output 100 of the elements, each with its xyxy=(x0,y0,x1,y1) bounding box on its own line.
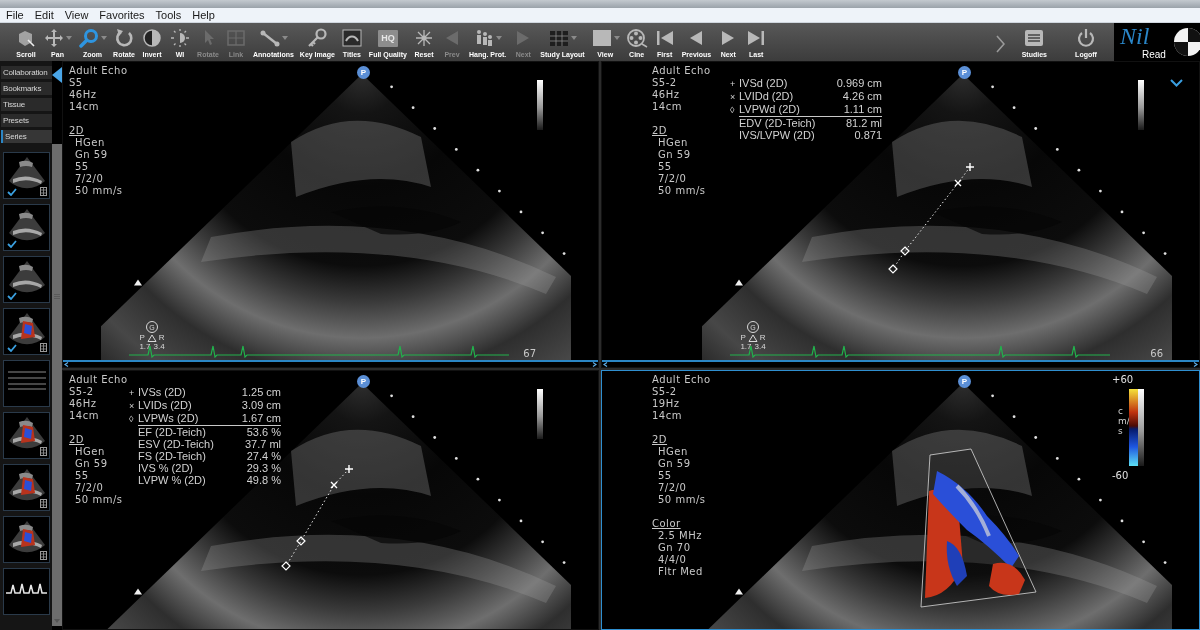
info-text: 55 xyxy=(657,470,673,482)
info-text: Gn 59 xyxy=(74,149,109,161)
series-thumbnail[interactable] xyxy=(3,308,50,355)
caret-down-icon[interactable] xyxy=(281,36,288,40)
thumbnail-image xyxy=(8,260,46,293)
info-text: 14cm xyxy=(652,410,683,422)
measurement-label: LVIDd (2D) xyxy=(739,90,794,102)
collapse-arrow-icon[interactable] xyxy=(52,67,62,83)
series-thumbnail[interactable] xyxy=(3,256,50,303)
info-text: 7/2/0 xyxy=(657,482,688,494)
image-viewport[interactable]: Adult Echo S5-2 19Hz 14cm 2D HGen Gn 59 55 7/2/0 50 mm/s Color 2.5 MHz Gn 70 4/4/0 Fltr Med P +60 cm/s -60 xyxy=(601,370,1200,630)
image-frame-icon[interactable] xyxy=(340,28,363,48)
section-heading: Color xyxy=(652,518,682,530)
info-text: S5-2 xyxy=(69,386,95,398)
chevron-down-icon[interactable] xyxy=(1170,79,1183,87)
scale-max-label: +60 xyxy=(1112,375,1134,385)
measurement-label: LVPW % (2D) xyxy=(138,474,206,486)
caret-down-icon[interactable] xyxy=(571,36,577,40)
viewport-scrollbar[interactable] xyxy=(602,360,1199,367)
info-text: Adult Echo xyxy=(652,374,711,386)
measure-line-icon[interactable] xyxy=(258,28,281,48)
orientation-label: R xyxy=(158,333,165,342)
info-text: S5-2 xyxy=(652,77,678,89)
info-text: Gn 70 xyxy=(657,542,692,554)
orientation-value: 3.4 xyxy=(153,342,165,351)
info-text: Gn 59 xyxy=(74,458,109,470)
orientation-label: P xyxy=(740,333,746,342)
series-thumbnail[interactable] xyxy=(3,568,50,615)
menu-item[interactable]: View xyxy=(64,9,89,21)
info-text: 14cm xyxy=(69,410,100,422)
menu-item[interactable]: Favorites xyxy=(99,9,145,21)
measurement-value: 3.09 cm xyxy=(241,399,281,411)
orientation-label: R xyxy=(759,333,766,342)
measurement-value: 27.4 % xyxy=(246,450,281,462)
probe-badge: P xyxy=(958,375,971,388)
info-text: 7/2/0 xyxy=(74,173,105,185)
info-text: 50 mm/s xyxy=(74,185,124,197)
orientation-label: P xyxy=(139,333,145,342)
info-text: HGen xyxy=(657,137,689,149)
info-text: HGen xyxy=(74,446,106,458)
chevron-right-icon[interactable] xyxy=(994,35,1005,53)
measurement-label: EF (2D-Teich) xyxy=(138,426,206,438)
info-text: 46Hz xyxy=(69,398,98,410)
key-icon[interactable] xyxy=(306,28,329,48)
thumbnail-image xyxy=(8,520,46,553)
list-window-icon[interactable] xyxy=(1023,28,1046,48)
series-thumbnail[interactable] xyxy=(3,412,50,459)
scale-min-label: -60 xyxy=(1112,471,1129,481)
measurement-label: LVPWs (2D) xyxy=(138,412,199,424)
info-text: 14cm xyxy=(652,101,683,113)
half-sun-icon[interactable] xyxy=(169,28,191,48)
magnifier-icon[interactable] xyxy=(78,28,100,48)
series-thumbnail[interactable] xyxy=(3,516,50,563)
half-circle-icon[interactable] xyxy=(141,28,163,48)
sidebar-tab[interactable]: Tissue xyxy=(1,98,52,111)
measurement-label: IVSs (2D) xyxy=(138,386,186,398)
chevron-right-icon[interactable] xyxy=(1193,362,1198,367)
series-thumbnail[interactable] xyxy=(3,464,50,511)
section-heading: 2D xyxy=(69,125,86,137)
caret-down-icon[interactable] xyxy=(613,36,620,40)
orientation-value: 1.7 xyxy=(139,342,151,351)
sidebar-tab[interactable]: Collaboration xyxy=(1,66,52,79)
sidebar-tab[interactable]: Presets xyxy=(1,114,52,127)
measurement-label: FS (2D-Teich) xyxy=(138,450,206,462)
caret-down-icon[interactable] xyxy=(66,36,72,40)
move-arrows-icon[interactable] xyxy=(43,28,65,48)
info-text: HGen xyxy=(74,137,106,149)
chevron-left-icon[interactable] xyxy=(603,362,608,367)
menu-item[interactable]: File xyxy=(6,9,24,21)
caret-down-icon[interactable] xyxy=(496,36,503,40)
menu-item[interactable]: Tools xyxy=(155,9,182,21)
power-icon[interactable] xyxy=(1075,28,1097,48)
logo-text: Read xyxy=(1142,50,1166,60)
marker-symbol: × xyxy=(129,400,136,412)
caret-down-icon[interactable] xyxy=(101,36,107,40)
viewport-scrollbar[interactable] xyxy=(63,360,598,367)
menu-item[interactable]: Edit xyxy=(34,9,54,21)
info-text: S5 xyxy=(69,77,84,89)
info-text: 50 mm/s xyxy=(657,494,707,506)
film-reel-icon[interactable] xyxy=(625,28,648,48)
section-heading: 2D xyxy=(69,434,86,446)
info-text: Adult Echo xyxy=(69,374,128,386)
chevron-left-icon[interactable] xyxy=(64,362,69,367)
layout-grid-icon[interactable] xyxy=(548,28,570,48)
grayscale-bar xyxy=(537,389,543,439)
square-icon[interactable] xyxy=(590,28,613,48)
series-thumbnail[interactable] xyxy=(3,360,50,407)
chevron-right-icon[interactable] xyxy=(592,362,597,367)
series-thumbnail[interactable] xyxy=(3,204,50,251)
thumbnail-image xyxy=(8,468,46,501)
sparkle-icon[interactable] xyxy=(413,28,435,48)
sidebar-tab[interactable]: Series xyxy=(1,130,52,143)
measurement-label: LVIDs (2D) xyxy=(138,399,192,411)
measurement-value: 49.8 % xyxy=(246,474,281,486)
measurement-value: 29.3 % xyxy=(246,462,281,474)
menu-item[interactable]: Help xyxy=(192,9,215,21)
sidebar-tab[interactable]: Bookmarks xyxy=(1,82,52,95)
sidebar-scrollbar[interactable] xyxy=(52,144,62,626)
rotate-arrow-icon[interactable] xyxy=(113,28,135,48)
series-thumbnail[interactable] xyxy=(3,152,50,199)
